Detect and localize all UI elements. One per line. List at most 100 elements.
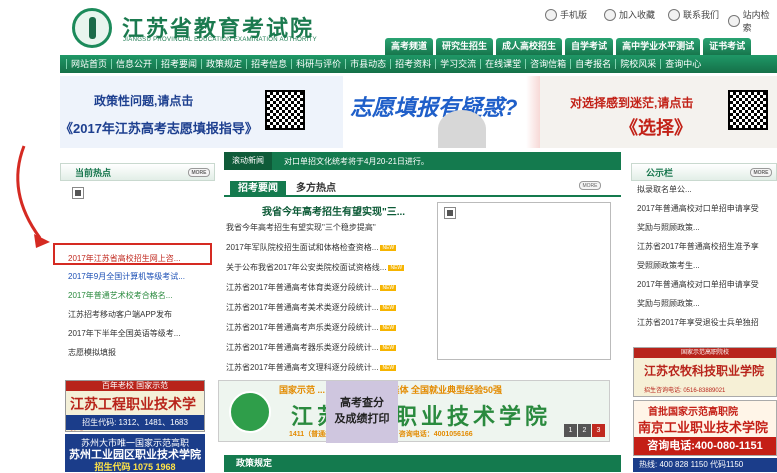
notice-item[interactable]: 2017年普通高校对口单招申请享受 <box>637 203 759 214</box>
nav-schools[interactable]: 院校风采 <box>615 59 660 69</box>
site-search-link[interactable]: 站内检索 <box>728 8 777 34</box>
news-item[interactable]: 江苏省2017年普通高考体育类逐分段统计... NEW <box>226 282 397 293</box>
notice-item[interactable]: 奖励与照顾政策... <box>637 222 700 233</box>
pager-1[interactable]: 1 <box>564 424 577 437</box>
nav-policy[interactable]: 政策规定 <box>201 59 246 69</box>
news-item[interactable]: 关于公布我省2017年公安类院校面试资格线... NEW <box>226 262 405 273</box>
nav-exchange[interactable]: 学习交流 <box>435 59 480 69</box>
hot-item-english-exam[interactable]: 2017年下半年全国英语等级考... <box>68 328 180 339</box>
tab-hot-topics[interactable]: 多方热点 <box>288 181 344 197</box>
banner[interactable]: 政策性问题,请点击 《2017年江苏高考志愿填报指导》 志愿填报有疑惑? 对选择… <box>60 76 777 148</box>
new-badge: NEW <box>380 344 397 351</box>
ad2-tagline: 苏州大市唯一国家示范高职 <box>80 438 189 448</box>
notice-item[interactable]: 江苏省2017年享受退役士兵单独招 <box>637 317 759 328</box>
notice-item[interactable]: 受照顾政策考生... <box>637 260 700 271</box>
policy-title[interactable]: 政策规定 <box>236 458 272 468</box>
notice-item[interactable]: 奖励与照顾政策... <box>637 298 700 309</box>
contact-link[interactable]: 联系我们 <box>668 8 719 21</box>
favorite-link[interactable]: 加入收藏 <box>604 8 655 21</box>
notice-title: 公示栏 <box>646 168 674 178</box>
ad-jiangsu-agri-forestry[interactable]: 国家示范 ... 毕业生就业先进集体 全国就业典型经验50强 江苏农林职业技术学… <box>218 380 610 442</box>
ad-hotline[interactable]: 热线: 400 828 1150 代码1150 <box>633 458 777 472</box>
tab-exam-news[interactable]: 招考要闻 <box>230 181 286 197</box>
ad1-code: 招生代码: 1312、1481、1683 <box>66 415 204 430</box>
news-headline[interactable]: 我省今年高考招生有望实现"三... <box>262 203 405 218</box>
banner-right-line2[interactable]: 《选择》 <box>620 114 692 140</box>
nav-home[interactable]: 网站首页 <box>66 59 111 69</box>
ad-nanjing-industrial[interactable]: 首批国家示范高职院 南京工业职业技术学院 咨询电话:400-080-1151 <box>633 400 777 456</box>
nav-materials[interactable]: 招考资料 <box>390 59 435 69</box>
news-subline[interactable]: 我省今年高考招生有望实现"三个稳步提高" <box>226 222 376 233</box>
score-query-button[interactable]: 高考查分 及成绩打印 <box>326 381 398 443</box>
nav-info-public[interactable]: 信息公开 <box>111 59 156 69</box>
mobile-link[interactable]: 手机版 <box>545 8 587 21</box>
nav-registration[interactable]: 自考报名 <box>570 59 615 69</box>
banner-right-line1: 对选择感到迷茫,请点击 <box>570 96 694 110</box>
hot-topics-header: 当前热点 MORE <box>60 163 215 181</box>
nav-query[interactable]: 查询中心 <box>660 59 705 69</box>
main-nav: 网站首页 信息公开 招考要闻 政策规定 招考信息 科研与评价 市县动态 招考资料… <box>60 55 777 73</box>
new-badge: NEW <box>388 264 405 271</box>
notice-item[interactable]: 江苏省2017年普通高校招生准予享 <box>637 241 759 252</box>
ad-jiangsu-engineering[interactable]: 百年老校 国家示范 江苏工程职业技术学院 招生代码: 1312、1481、168… <box>65 380 205 433</box>
r-ad2-tagline: 首批国家示范高职院 <box>648 407 738 418</box>
news-tabs: 招考要闻 多方热点 <box>224 181 621 197</box>
ad-jiangsu-agri-animal[interactable]: 国家示范高职院校 江苏农牧科技职业学院 招生咨询电话: 0516-8388902… <box>633 347 777 397</box>
broken-image-icon <box>444 207 456 219</box>
news-item[interactable]: 江苏省2017年普通高考美术类逐分段统计... NEW <box>226 302 397 313</box>
news-item[interactable]: 江苏省2017年普通高考器乐类逐分段统计... NEW <box>226 342 397 353</box>
banner-left-line1: 政策性问题,请点击 <box>94 94 194 108</box>
tab-self-study[interactable]: 自学考试 <box>565 38 614 55</box>
tab-gaokao[interactable]: 高考频道 <box>385 38 434 55</box>
notice-item[interactable]: 拟录取名单公... <box>637 184 692 195</box>
tab-certificate[interactable]: 证书考试 <box>703 38 752 55</box>
news-item[interactable]: 江苏省2017年普通高考文理科逐分段统计... NEW <box>226 362 397 373</box>
r-ad1-phone: 招生咨询电话: 0516-83889021 <box>644 388 726 394</box>
new-badge: NEW <box>380 244 397 251</box>
hot-item-computer-exam[interactable]: 2017年9月全国计算机等级考试... <box>68 271 185 282</box>
nav-news[interactable]: 招考要闻 <box>156 59 201 69</box>
nav-research[interactable]: 科研与评价 <box>291 59 345 69</box>
qr-code-right <box>728 90 768 130</box>
scrolling-news-label: 滚动新闻 <box>224 152 272 170</box>
ad2-code: 招生代码 1075 1968 <box>94 462 176 472</box>
r-ad2-school-name: 南京工业职业技术学院 <box>638 420 769 435</box>
hot-item-app[interactable]: 江苏招考移动客户端APP发布 <box>68 309 172 320</box>
news-image-box[interactable] <box>437 202 611 360</box>
banner-left-line2[interactable]: 《2017年江苏高考志愿填报指导》 <box>60 118 258 137</box>
r-ad1-school-name: 江苏农牧科技职业学院 <box>644 364 765 378</box>
tab-graduate[interactable]: 研究生招生 <box>436 38 494 55</box>
nav-online-class[interactable]: 在线课堂 <box>480 59 525 69</box>
new-badge: NEW <box>380 284 397 291</box>
banner-center-text: 志愿填报有疑惑? <box>350 95 518 120</box>
tab-adult[interactable]: 成人高校招生 <box>496 38 563 55</box>
tab-academic-test[interactable]: 高中学业水平测试 <box>616 38 701 55</box>
hot-item-consult[interactable]: 2017年江苏省高校招生网上咨... <box>68 253 180 264</box>
score-print-label: 及成绩打印 <box>334 413 390 425</box>
news-more-button[interactable]: MORE <box>579 181 601 190</box>
qr-code-left <box>265 90 305 130</box>
pager-3[interactable]: 3 <box>592 424 605 437</box>
policy-section-header: 政策规定 <box>224 455 621 472</box>
hot-item-simulation[interactable]: 志愿模拟填报 <box>68 347 116 358</box>
hot-topics-panel: 当前热点 MORE <box>60 163 215 181</box>
contact-icon <box>668 8 680 21</box>
notice-more-button[interactable]: MORE <box>750 168 772 177</box>
ad1-tagline: 百年老校 国家示范 <box>66 381 204 391</box>
notice-item[interactable]: 2017年普通高校对口单招申请享受 <box>637 279 759 290</box>
nav-city[interactable]: 市县动态 <box>345 59 390 69</box>
site-logo[interactable] <box>72 8 112 48</box>
pager-2[interactable]: 2 <box>578 424 591 437</box>
ad-suzhou-industrial[interactable]: 苏州大市唯一国家示范高职 苏州工业园区职业技术学院 招生代码 1075 1968 <box>65 434 205 472</box>
scrolling-news-bar: 滚动新闻 对口单招文化统考将于4月20-21日进行。 <box>224 152 621 170</box>
news-item[interactable]: 2017年军队院校招生面试和体格检查资格... NEW <box>226 242 397 253</box>
scrolling-news-message[interactable]: 对口单招文化统考将于4月20-21日进行。 <box>272 156 429 167</box>
hot-topics-more-button[interactable]: MORE <box>188 168 210 177</box>
nav-exam-info[interactable]: 招考信息 <box>246 59 291 69</box>
mobile-icon <box>545 8 557 21</box>
news-item[interactable]: 江苏省2017年普通高考声乐类逐分段统计... NEW <box>226 322 397 333</box>
nav-mailbox[interactable]: 咨询信箱 <box>525 59 570 69</box>
hot-item-art-exam[interactable]: 2017年普通艺术校考合格名... <box>68 290 172 301</box>
score-query-label: 高考查分 <box>340 397 384 409</box>
banner-figure <box>438 110 486 148</box>
